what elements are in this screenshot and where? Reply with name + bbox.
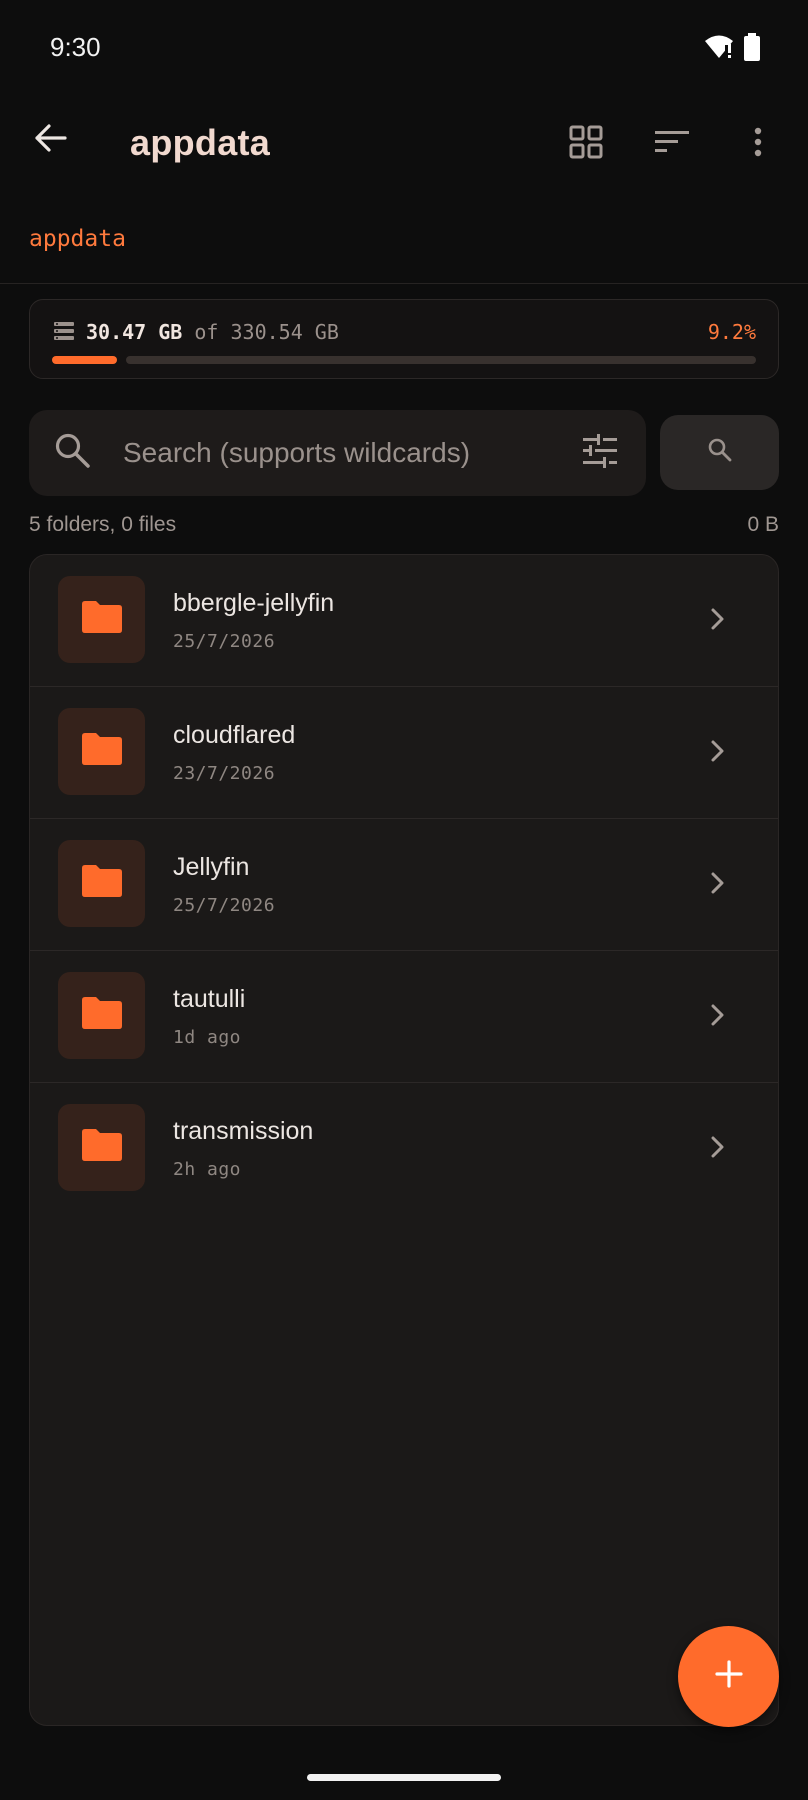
search-box — [29, 410, 646, 496]
page-title: appdata — [130, 122, 271, 163]
storage-bar-track — [126, 356, 756, 364]
folder-tile — [58, 972, 145, 1059]
item-name: Jellyfin — [173, 853, 250, 881]
item-count-summary: 5 folders, 0 files — [29, 513, 177, 536]
tune-icon — [582, 433, 618, 473]
folder-icon — [80, 731, 124, 772]
search-icon — [707, 437, 733, 468]
folder-tile — [58, 840, 145, 927]
item-date: 25/7/2026 — [173, 631, 276, 652]
top-app-bar: appdata — [0, 94, 808, 198]
item-name: tautulli — [173, 985, 246, 1013]
search-input[interactable] — [123, 430, 523, 476]
app-bar-actions — [556, 114, 788, 174]
list-item[interactable]: transmission 2h ago — [30, 1083, 778, 1215]
status-time: 9:30 — [50, 32, 101, 62]
storage-bar-fill — [52, 356, 117, 364]
search-button[interactable] — [660, 415, 779, 490]
chevron-right-icon — [702, 603, 734, 635]
chevron-right-icon — [702, 999, 734, 1031]
item-date: 1d ago — [173, 1027, 242, 1048]
total-size: 0 B — [747, 513, 779, 536]
list-item[interactable]: cloudflared 23/7/2026 — [30, 687, 778, 819]
folder-tile — [58, 708, 145, 795]
item-date: 23/7/2026 — [173, 763, 276, 784]
breadcrumb[interactable]: appdata — [29, 226, 126, 252]
grid-view-icon — [569, 125, 603, 164]
file-list: bbergle-jellyfin 25/7/2026 cloudflared 2… — [29, 554, 779, 1726]
sort-icon — [654, 129, 690, 160]
item-date: 25/7/2026 — [173, 895, 276, 916]
battery-icon — [744, 33, 760, 66]
plus-icon — [714, 1659, 744, 1694]
folder-icon — [80, 1127, 124, 1168]
storage-percent: 9.2% — [707, 320, 756, 344]
add-button[interactable] — [678, 1626, 779, 1727]
grid-view-button[interactable] — [556, 114, 616, 174]
storage-card: 30.47 GB of 330.54 GB 9.2% — [29, 299, 779, 379]
status-bar: 9:30 — [0, 0, 808, 94]
storage-text: 30.47 GB of 330.54 GB — [86, 320, 339, 344]
chevron-right-icon — [702, 867, 734, 899]
folder-icon — [80, 863, 124, 904]
item-name: cloudflared — [173, 721, 296, 749]
chevron-right-icon — [702, 1131, 734, 1163]
list-item[interactable]: tautulli 1d ago — [30, 951, 778, 1083]
storage-of-label: of — [194, 320, 219, 344]
more-vert-icon — [754, 127, 762, 162]
chevron-right-icon — [702, 735, 734, 767]
folder-tile — [58, 1104, 145, 1191]
item-name: transmission — [173, 1117, 314, 1145]
storage-total: 330.54 GB — [230, 320, 339, 344]
arrow-back-icon — [33, 123, 67, 158]
back-button[interactable] — [26, 116, 74, 164]
sort-button[interactable] — [642, 114, 702, 174]
storage-used: 30.47 GB — [86, 320, 183, 344]
item-name: bbergle-jellyfin — [173, 589, 335, 617]
status-icons — [704, 33, 760, 66]
folder-tile — [58, 576, 145, 663]
item-date: 2h ago — [173, 1159, 242, 1180]
header-divider — [0, 283, 808, 284]
gesture-nav-handle[interactable] — [307, 1774, 501, 1781]
search-icon — [53, 431, 93, 476]
folder-icon — [80, 995, 124, 1036]
filter-button[interactable] — [576, 429, 624, 477]
storage-icon — [54, 322, 74, 345]
list-item[interactable]: Jellyfin 25/7/2026 — [30, 819, 778, 951]
wifi-alert-icon — [704, 34, 734, 65]
more-options-button[interactable] — [728, 114, 788, 174]
list-item[interactable]: bbergle-jellyfin 25/7/2026 — [30, 555, 778, 687]
folder-icon — [80, 599, 124, 640]
